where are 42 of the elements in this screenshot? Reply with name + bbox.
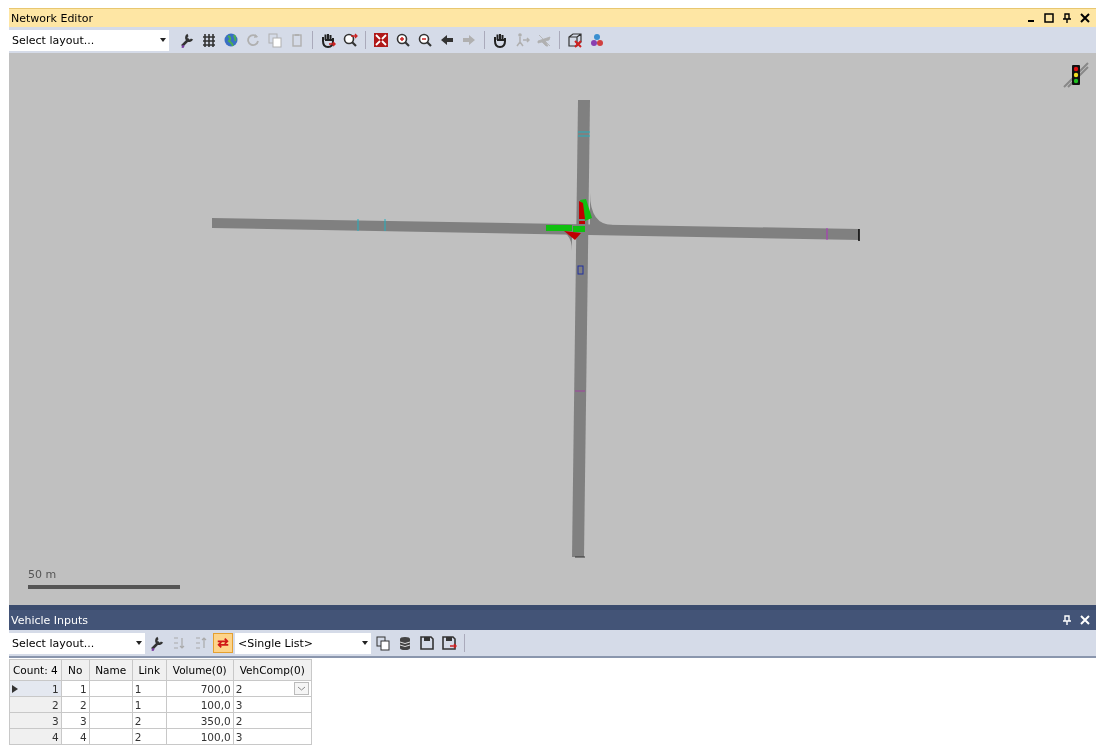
column-header[interactable]: Link (132, 659, 167, 681)
table-cell: 2 (132, 712, 167, 729)
table-cell: 1 (61, 680, 90, 697)
table-cell: 2 (132, 728, 167, 745)
column-header[interactable]: VehComp(0) (233, 659, 312, 681)
cube-cross-icon[interactable] (565, 30, 585, 50)
layout-select[interactable]: Select layout... (9, 632, 145, 654)
maximize-icon[interactable] (1044, 13, 1054, 23)
column-header[interactable]: Count: 4 (9, 659, 62, 681)
current-row-pointer-icon (12, 684, 18, 693)
dropdown-caret-icon[interactable] (160, 38, 166, 42)
column-header[interactable]: No (61, 659, 90, 681)
table-cell: 4 (61, 728, 90, 745)
save-as-icon[interactable] (439, 633, 459, 653)
panel-title: Vehicle Inputs (11, 613, 90, 627)
close-icon[interactable] (1080, 13, 1090, 23)
table-cell: 3 (233, 728, 312, 745)
pin-icon[interactable] (1062, 13, 1072, 23)
zoom-fit-icon[interactable] (371, 30, 391, 50)
copy-icon[interactable] (373, 633, 393, 653)
traffic-light-icon[interactable] (1062, 61, 1090, 89)
table-cell: 3 (61, 712, 90, 729)
list-select[interactable]: <Single List> (235, 632, 371, 654)
table-cell: 350,0 (166, 712, 234, 729)
scale-label: 50 m (28, 568, 58, 581)
panel-title: Network Editor (11, 11, 94, 25)
layout-select[interactable]: Select layout... (9, 29, 169, 51)
save-icon[interactable] (417, 633, 437, 653)
table-cell: 2 (61, 696, 90, 713)
table-cell: 700,0 (166, 680, 234, 697)
table-cell: 3 (233, 696, 312, 713)
column-header[interactable]: Name (89, 659, 133, 681)
dropdown-caret-icon[interactable] (136, 641, 142, 645)
table-cell: 2 (233, 680, 312, 697)
column-header[interactable]: Volume(0) (166, 659, 234, 681)
table-cell: 1 (132, 696, 167, 713)
table-cell: 1 (132, 680, 167, 697)
table-cell: 2 (233, 712, 312, 729)
table-cell: 100,0 (166, 696, 234, 713)
dropdown-caret-icon[interactable] (362, 641, 368, 645)
sync-icon[interactable] (213, 633, 233, 653)
table-cell: 100,0 (166, 728, 234, 745)
